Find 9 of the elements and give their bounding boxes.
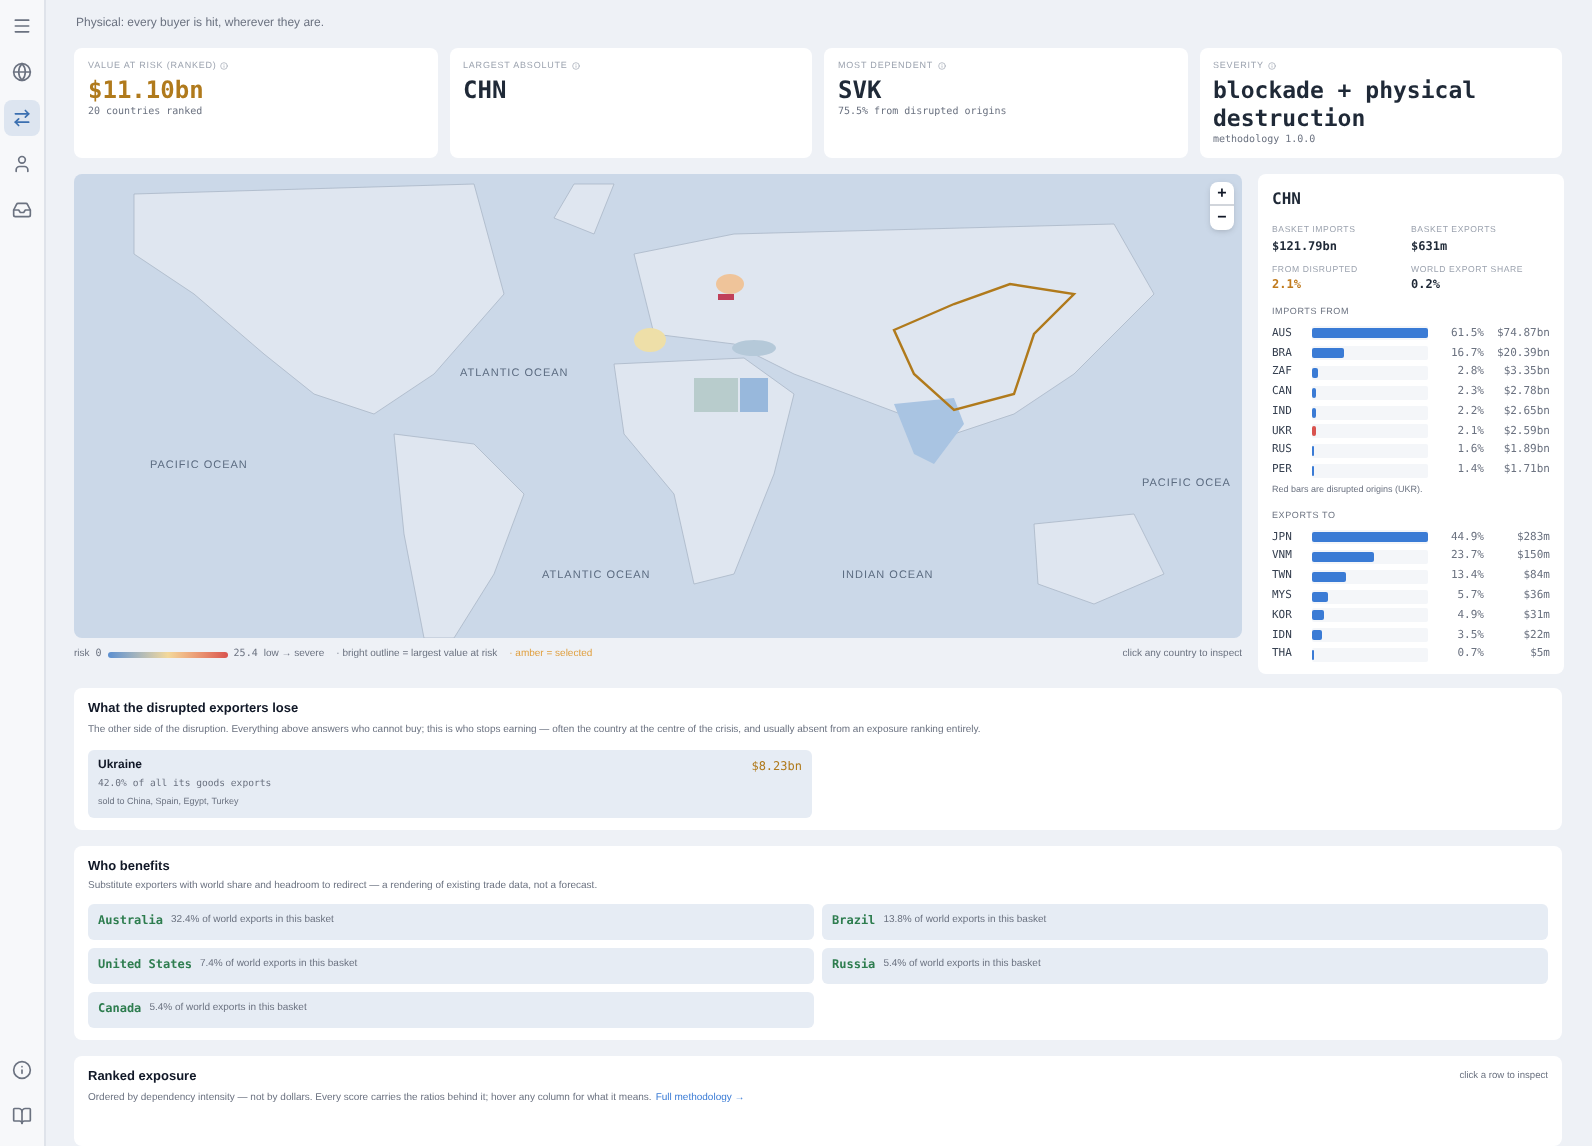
detail-title: CHN <box>1272 188 1303 213</box>
stat-value: CHN <box>463 75 509 104</box>
zoom-out-button[interactable]: − <box>1210 206 1234 231</box>
zoom-in-button[interactable]: + <box>1210 182 1234 207</box>
stat-value: $11.10bn <box>88 75 206 104</box>
stat-value: blockade + physical destruction <box>1213 75 1479 132</box>
arrows-icon[interactable] <box>4 100 40 136</box>
stat-value: SVK <box>838 75 884 104</box>
risk-gradient <box>107 651 228 658</box>
